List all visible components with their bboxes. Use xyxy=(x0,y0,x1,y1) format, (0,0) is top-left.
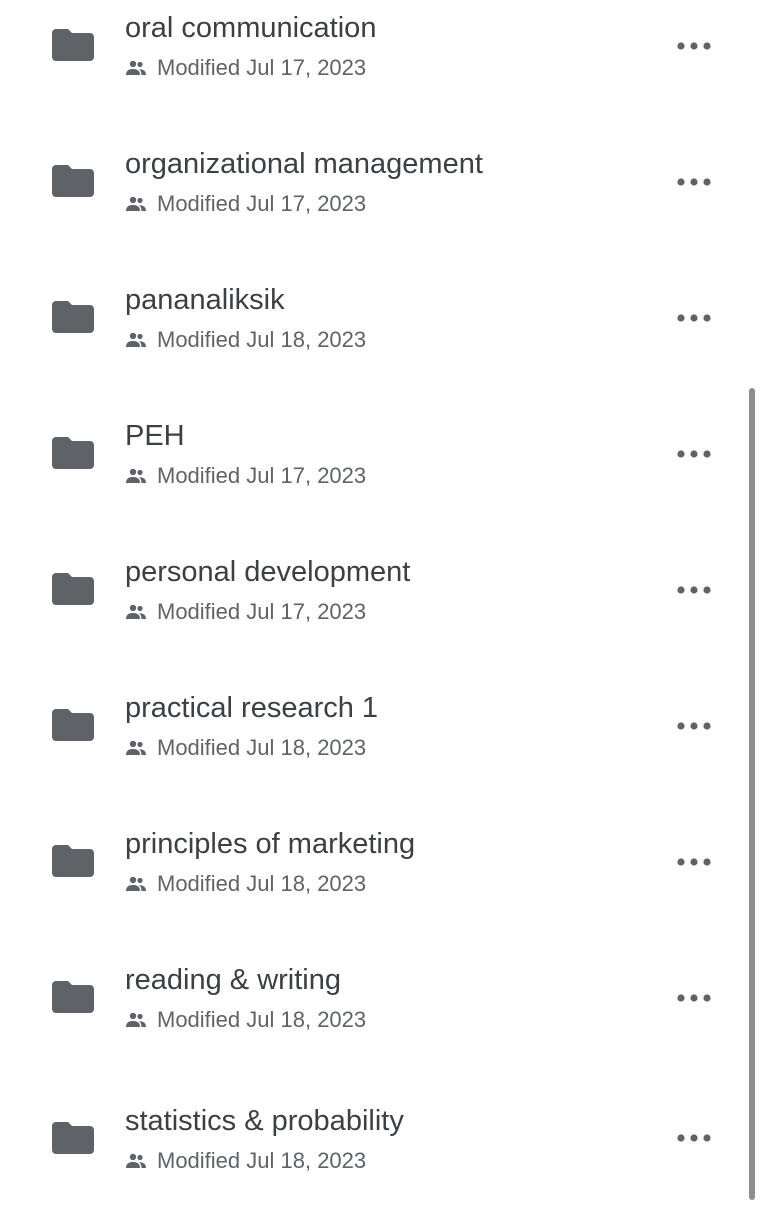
folder-name: principles of marketing xyxy=(125,828,416,860)
more-options-button[interactable] xyxy=(670,980,718,1016)
folder-row[interactable]: practical research 1 Modified Jul 18, 20… xyxy=(0,661,745,797)
folder-meta: Modified Jul 17, 2023 xyxy=(125,597,366,627)
folder-icon xyxy=(52,437,94,469)
folder-icon xyxy=(52,573,94,605)
modified-date: Modified Jul 18, 2023 xyxy=(157,1007,367,1032)
more-options-button[interactable] xyxy=(670,1120,718,1156)
more-horizontal-icon xyxy=(677,586,711,594)
folder-icon xyxy=(52,301,94,333)
folder-icon xyxy=(52,845,94,877)
modified-date: Modified Jul 17, 2023 xyxy=(157,599,367,624)
modified-date: Modified Jul 17, 2023 xyxy=(157,463,367,488)
more-horizontal-icon xyxy=(677,1134,711,1142)
folder-meta: Modified Jul 18, 2023 xyxy=(125,325,366,355)
folder-name: pananaliksik xyxy=(125,284,285,316)
more-horizontal-icon xyxy=(677,450,711,458)
folder-meta: Modified Jul 17, 2023 xyxy=(125,189,366,219)
shared-people-icon xyxy=(125,740,147,756)
more-horizontal-icon xyxy=(677,178,711,186)
folder-row[interactable]: organizational management Modified Jul 1… xyxy=(0,117,745,253)
more-options-button[interactable] xyxy=(670,28,718,64)
shared-people-icon xyxy=(125,332,147,348)
more-horizontal-icon xyxy=(677,314,711,322)
scrollbar[interactable] xyxy=(749,388,755,1200)
folder-row[interactable]: pananaliksik Modified Jul 18, 2023 xyxy=(0,253,745,389)
folder-icon xyxy=(52,709,94,741)
more-options-button[interactable] xyxy=(670,708,718,744)
shared-people-icon xyxy=(125,196,147,212)
more-options-button[interactable] xyxy=(670,164,718,200)
folder-meta: Modified Jul 17, 2023 xyxy=(125,53,366,83)
folder-icon xyxy=(52,29,94,61)
more-options-button[interactable] xyxy=(670,572,718,608)
folder-row[interactable]: statistics & probability Modified Jul 18… xyxy=(0,1069,745,1205)
folder-name: organizational management xyxy=(125,148,483,180)
folder-name: oral communication xyxy=(125,12,377,44)
folder-meta: Modified Jul 18, 2023 xyxy=(125,1146,366,1176)
folder-row[interactable]: reading & writing Modified Jul 18, 2023 xyxy=(0,933,745,1069)
folder-name: statistics & probability xyxy=(125,1105,404,1137)
modified-date: Modified Jul 18, 2023 xyxy=(157,1148,367,1173)
folder-meta: Modified Jul 17, 2023 xyxy=(125,461,366,491)
folder-meta: Modified Jul 18, 2023 xyxy=(125,733,366,763)
file-list: oral communication Modified Jul 17, 2023… xyxy=(0,0,760,1200)
modified-date: Modified Jul 18, 2023 xyxy=(157,871,367,896)
modified-date: Modified Jul 18, 2023 xyxy=(157,327,367,352)
shared-people-icon xyxy=(125,1153,147,1169)
shared-people-icon xyxy=(125,1012,147,1028)
shared-people-icon xyxy=(125,604,147,620)
folder-meta: Modified Jul 18, 2023 xyxy=(125,869,366,899)
folder-name: personal development xyxy=(125,556,411,588)
folder-icon xyxy=(52,165,94,197)
folder-name: practical research 1 xyxy=(125,692,379,724)
more-options-button[interactable] xyxy=(670,844,718,880)
folder-row[interactable]: personal development Modified Jul 17, 20… xyxy=(0,525,745,661)
folder-icon xyxy=(52,981,94,1013)
more-horizontal-icon xyxy=(677,858,711,866)
shared-people-icon xyxy=(125,468,147,484)
modified-date: Modified Jul 17, 2023 xyxy=(157,55,367,80)
more-horizontal-icon xyxy=(677,42,711,50)
folder-name: reading & writing xyxy=(125,964,341,996)
folder-row[interactable]: oral communication Modified Jul 17, 2023 xyxy=(0,0,745,117)
more-options-button[interactable] xyxy=(670,436,718,472)
more-options-button[interactable] xyxy=(670,300,718,336)
folder-row[interactable]: PEH Modified Jul 17, 2023 xyxy=(0,389,745,525)
shared-people-icon xyxy=(125,60,147,76)
folder-row[interactable]: principles of marketing Modified Jul 18,… xyxy=(0,797,745,933)
modified-date: Modified Jul 18, 2023 xyxy=(157,735,367,760)
more-horizontal-icon xyxy=(677,722,711,730)
folder-name: PEH xyxy=(125,420,185,452)
more-horizontal-icon xyxy=(677,994,711,1002)
folder-meta: Modified Jul 18, 2023 xyxy=(125,1005,366,1035)
shared-people-icon xyxy=(125,876,147,892)
folder-icon xyxy=(52,1122,94,1154)
modified-date: Modified Jul 17, 2023 xyxy=(157,191,367,216)
